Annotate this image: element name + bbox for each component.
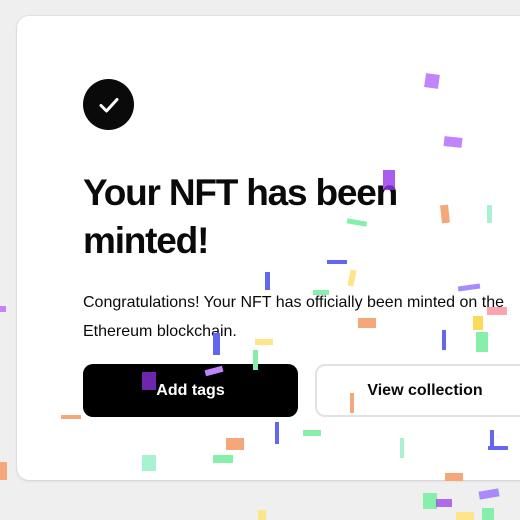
confetti-piece <box>436 499 452 507</box>
confetti-piece <box>258 510 266 520</box>
confetti-piece <box>0 306 6 312</box>
confetti-piece <box>0 462 7 480</box>
view-collection-button[interactable]: View collection <box>315 364 520 417</box>
confetti-piece <box>478 488 500 500</box>
dialog-title: Your NFT has been minted! <box>83 172 398 261</box>
mint-success-card: Your NFT has been minted! Congratulation… <box>17 16 520 480</box>
add-tags-button[interactable]: Add tags <box>83 364 298 417</box>
confetti-piece <box>423 493 437 509</box>
dialog-message: Congratulations! Your NFT has officially… <box>83 294 504 340</box>
checkmark-icon <box>99 97 118 112</box>
confetti-piece <box>482 508 494 520</box>
confetti-piece <box>456 512 474 520</box>
success-checkmark-icon <box>83 79 134 130</box>
